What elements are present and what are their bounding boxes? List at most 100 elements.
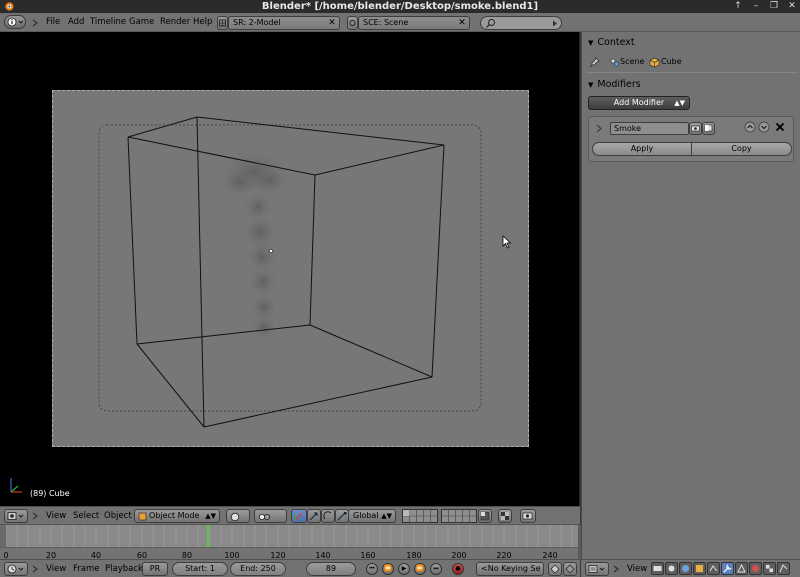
screen-browse-button[interactable] (217, 16, 228, 30)
tab-data[interactable] (735, 562, 748, 575)
menu-file[interactable]: File (46, 16, 60, 29)
delete-keyframe-button[interactable] (563, 562, 577, 576)
menu-help[interactable]: Help (193, 16, 212, 29)
menu-render[interactable]: Render (160, 16, 190, 29)
render-preview-button[interactable] (520, 509, 536, 523)
scale-manipulator[interactable] (335, 509, 349, 523)
scene-browse-button[interactable] (347, 16, 358, 30)
collapse-menu-icon[interactable] (31, 565, 39, 573)
play-button[interactable]: ▶ (398, 563, 410, 575)
editor-type-info-button[interactable] (4, 15, 26, 29)
layers-group-1[interactable] (402, 509, 438, 523)
menu-view[interactable]: View (627, 563, 647, 576)
object-mode-icon (138, 512, 147, 521)
dropdown-arrow-icon: ▲▼ (381, 512, 392, 520)
menu-playback[interactable]: Playback (105, 563, 143, 576)
mouse-cursor-icon (502, 235, 512, 249)
timeline-grid[interactable] (0, 525, 580, 547)
tab-world[interactable] (679, 562, 692, 575)
menu-frame[interactable]: Frame (73, 563, 99, 576)
screen-layout-field[interactable]: SR: 2-Model ✕ (228, 16, 340, 30)
scene-field[interactable]: SCE: Scene ✕ (358, 16, 470, 30)
menu-view[interactable]: View (46, 510, 66, 523)
insert-keyframe-button[interactable] (548, 562, 562, 576)
menu-timeline[interactable]: Timeline (90, 16, 126, 29)
collapse-menu-icon[interactable] (31, 512, 39, 520)
lock-layers-button[interactable] (478, 509, 492, 523)
prev-keyframe-button[interactable]: ⏪ (382, 563, 394, 575)
modifiers-panel-header[interactable]: ▼ Modifiers (588, 79, 641, 90)
move-up-icon[interactable] (744, 121, 756, 133)
cube-icon (696, 565, 703, 572)
mode-value: Object Mode (149, 511, 200, 520)
pin-icon[interactable] (589, 57, 600, 68)
timeline-grid-lines (0, 525, 573, 547)
add-modifier-button[interactable]: Add Modifier ▲▼ (588, 96, 690, 110)
rotate-manipulator[interactable] (321, 509, 335, 523)
scene-icon (349, 20, 356, 26)
3d-viewport[interactable]: (89) Cube (0, 32, 580, 506)
modifiers-title: Modifiers (597, 79, 641, 90)
end-frame-field[interactable]: End: 250 (230, 562, 286, 576)
collapse-menu-icon[interactable] (31, 19, 39, 27)
menu-object[interactable]: Object (104, 510, 132, 523)
layers-group-2[interactable] (441, 509, 477, 523)
tab-material[interactable] (749, 562, 762, 575)
tab-render[interactable] (651, 562, 664, 575)
start-frame-field[interactable]: Start: 1 (172, 562, 228, 576)
expand-triangle-icon: ▼ (588, 39, 594, 47)
window-title: Blender* [/home/blender/Desktop/smoke.bl… (261, 1, 539, 12)
jump-end-button[interactable]: ⏭ (430, 563, 442, 575)
modifier-name-field[interactable]: Smoke (610, 122, 689, 135)
close-icon[interactable] (774, 121, 786, 133)
menu-game[interactable]: Game (129, 16, 154, 29)
collapse-menu-icon[interactable] (612, 565, 620, 573)
tab-physics[interactable] (777, 562, 790, 575)
copy-button[interactable]: Copy (692, 142, 792, 156)
move-down-icon[interactable] (758, 121, 770, 133)
expand-triangle-icon[interactable] (595, 124, 603, 133)
viewport-toggle-button[interactable] (702, 122, 715, 135)
editor-type-properties-button[interactable] (585, 562, 609, 576)
close-icon[interactable]: ✕ (327, 17, 337, 29)
tab-modifiers[interactable] (721, 562, 734, 575)
close-icon[interactable]: ✕ (457, 17, 467, 29)
scene-drawing (98, 116, 482, 428)
window-maximize-icon[interactable]: ❐ (768, 0, 780, 12)
context-cube[interactable]: Cube (661, 57, 682, 66)
current-frame-field[interactable]: 89 (306, 562, 356, 576)
editor-type-timeline-button[interactable] (4, 562, 28, 576)
window-minimize-icon[interactable]: – (750, 0, 762, 12)
mode-dropdown[interactable]: Object Mode ▲▼ (134, 509, 220, 523)
translate-manipulator[interactable] (307, 509, 321, 523)
tab-texture[interactable] (763, 562, 776, 575)
pivot-dropdown[interactable] (254, 509, 287, 523)
3d-view-header: View Select Object Object Mode ▲▼ Global… (0, 506, 580, 524)
next-keyframe-button[interactable]: ⏩ (414, 563, 426, 575)
render-toggle-button[interactable] (689, 122, 702, 135)
tab-scene[interactable] (665, 562, 678, 575)
apply-button[interactable]: Apply (592, 142, 692, 156)
context-panel-header[interactable]: ▼ Context (588, 37, 635, 48)
menu-add[interactable]: Add (68, 16, 84, 29)
tab-object[interactable] (693, 562, 706, 575)
scene-value: SCE: Scene (363, 18, 409, 27)
context-scene[interactable]: Scene (620, 57, 644, 66)
keying-set-dropdown[interactable]: <No Keying Se (476, 562, 544, 576)
orientation-dropdown[interactable]: Global ▲▼ (348, 509, 396, 523)
manipulator-toggle[interactable] (291, 509, 307, 523)
jump-start-button[interactable]: ⏮ (366, 563, 378, 575)
record-button[interactable]: ● (452, 563, 464, 575)
window-close-icon[interactable]: ✕ (786, 0, 798, 12)
tab-constraints[interactable] (707, 562, 720, 575)
preview-range-toggle[interactable]: PR (142, 562, 168, 576)
menu-view[interactable]: View (46, 563, 66, 576)
monitor-icon (704, 124, 713, 132)
timeline-area[interactable]: 0 20 40 60 80 100 120 140 160 180 200 22… (0, 524, 581, 560)
shading-dropdown[interactable] (226, 509, 250, 523)
search-input[interactable] (480, 16, 562, 30)
editor-type-3dview-button[interactable] (4, 509, 28, 523)
window-up-icon[interactable]: ↑ (732, 0, 744, 12)
menu-select[interactable]: Select (73, 510, 99, 523)
snap-button[interactable] (498, 509, 512, 523)
